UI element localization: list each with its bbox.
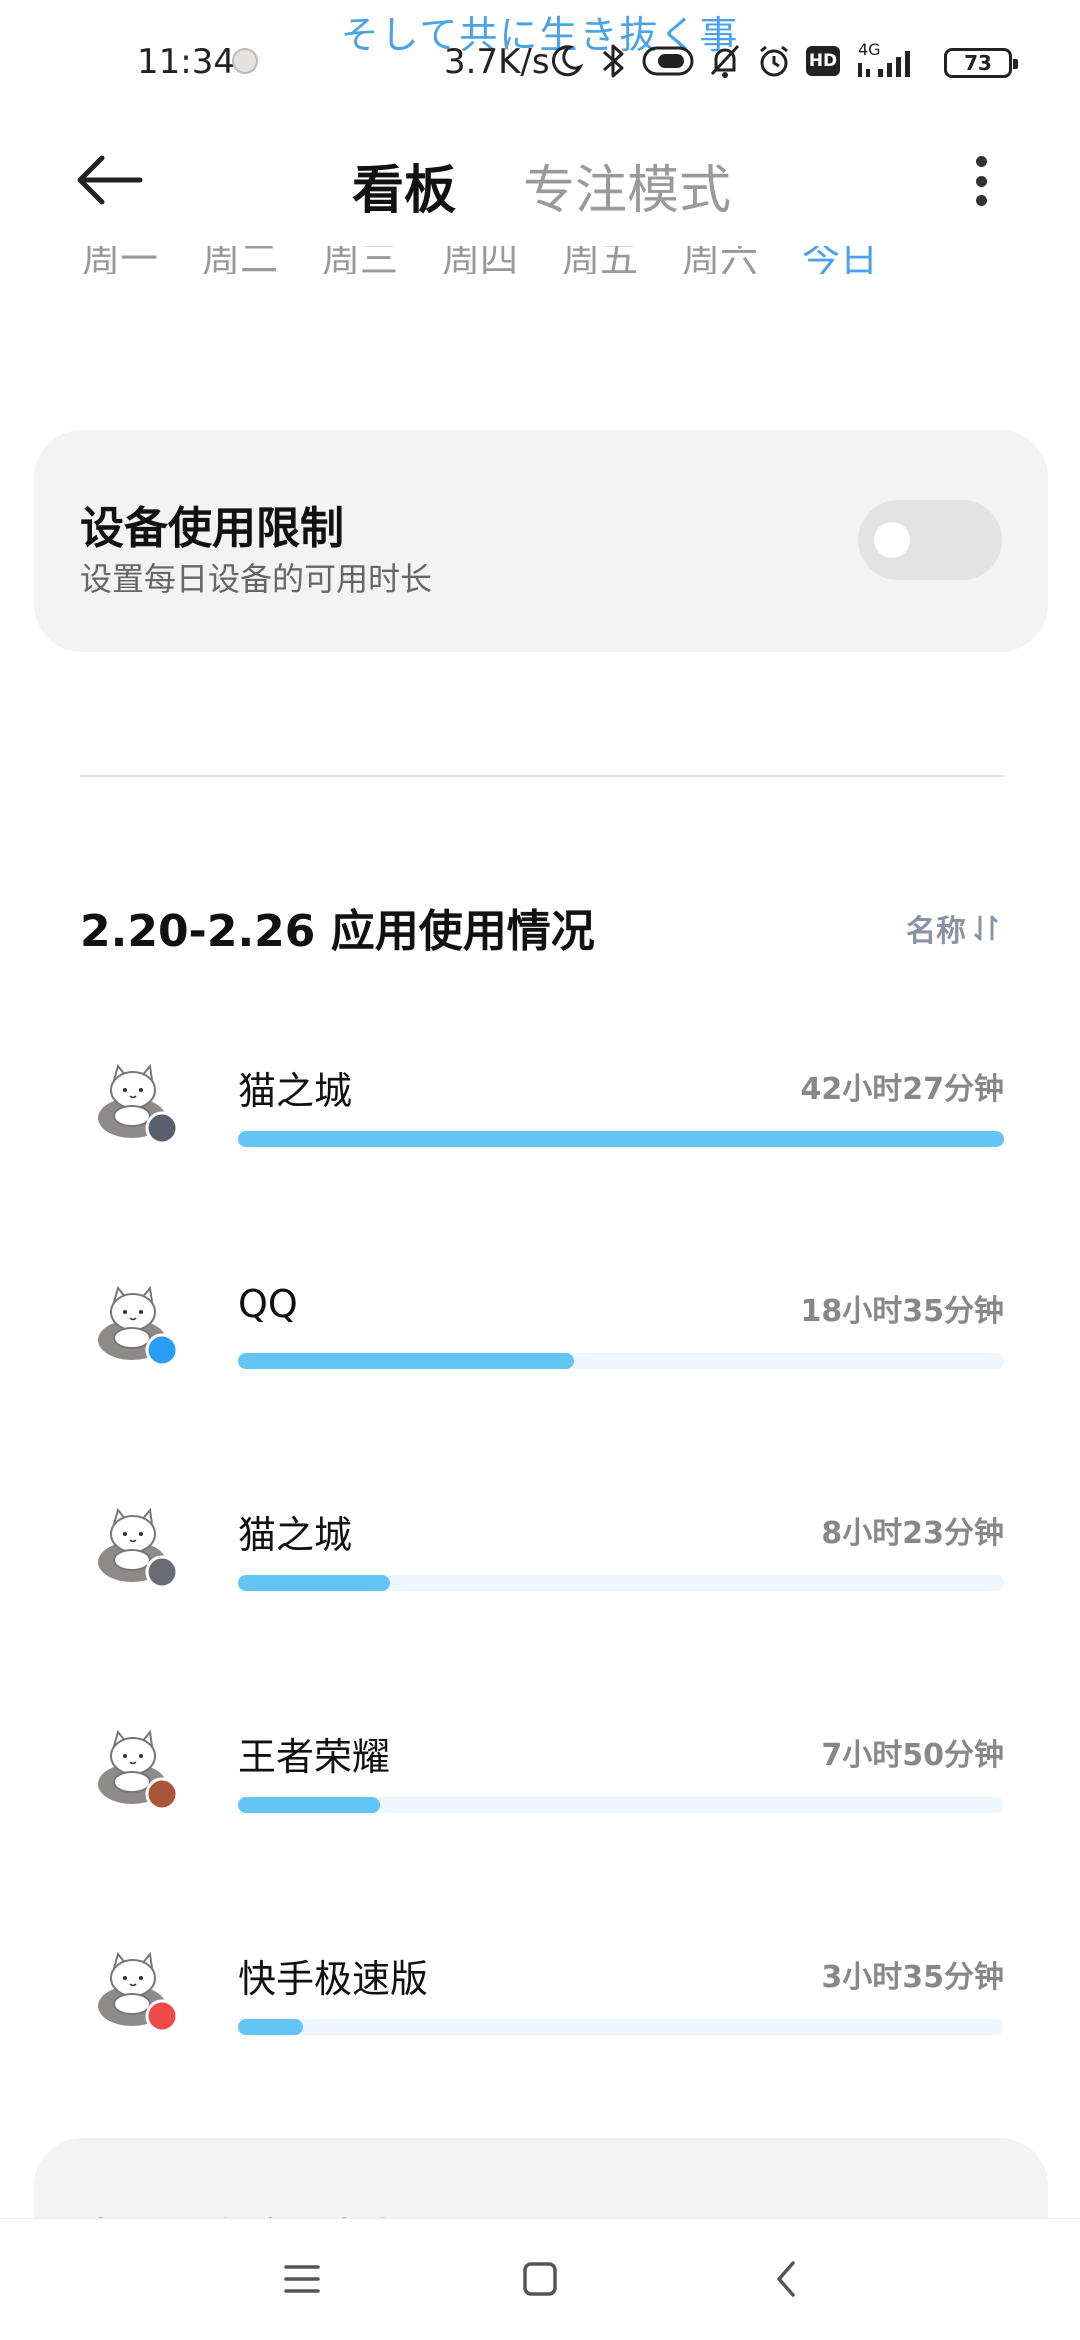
app-usage-row[interactable]: QQ 18小时35分钟 [0, 1240, 1080, 1400]
usage-section-title: 2.20-2.26 应用使用情况 [80, 906, 595, 957]
app-icon [98, 1507, 179, 1589]
tab-focus-mode[interactable]: 专注模式 [523, 148, 731, 223]
app-icon [98, 1063, 179, 1145]
home-button[interactable] [508, 2247, 572, 2311]
device-limit-toggle[interactable] [858, 500, 1002, 580]
usage-bar-fill [238, 2019, 303, 2035]
app-usage-time: 42小时27分钟 [800, 1072, 1005, 1107]
toggle-pill-icon [642, 46, 694, 76]
app-name: QQ [238, 1282, 298, 1326]
weekday-tue[interactable]: 周二 [202, 246, 278, 274]
battery-icon: 73 [944, 48, 1018, 78]
system-back-button[interactable] [754, 2247, 818, 2311]
network-type-label: 4G [858, 41, 881, 59]
bell-off-icon [710, 44, 740, 78]
app-icon [98, 1285, 179, 1367]
app-usage-row[interactable]: 猫之城 8小时23分钟 [0, 1462, 1080, 1622]
alarm-icon [760, 45, 788, 77]
app-usage-time: 18小时35分钟 [800, 1294, 1005, 1329]
weekday-sat[interactable]: 周六 [682, 246, 758, 274]
status-icons: HD 4G [548, 40, 920, 82]
notification-avatar-icon [232, 48, 258, 74]
weekday-mon[interactable]: 周一 [82, 246, 158, 274]
device-limit-title: 设备使用限制 [80, 503, 344, 554]
menu-icon [284, 2265, 320, 2293]
weekday-today[interactable]: 今日 [802, 246, 878, 274]
back-button[interactable] [74, 152, 144, 208]
home-square-icon [523, 2262, 557, 2296]
more-options-button[interactable] [966, 150, 996, 212]
signal-icon: 4G [858, 41, 910, 77]
clock: 11:34 [137, 42, 235, 82]
sort-by-name-button[interactable]: 名称 [906, 906, 998, 950]
sort-label: 名称 [906, 914, 966, 949]
usage-bar-track [238, 1131, 1004, 1147]
app-name: 猫之城 [238, 1069, 353, 1113]
network-speed: 3.7K/s [444, 42, 550, 82]
system-navigation-bar [0, 2218, 1080, 2340]
weekday-fri[interactable]: 周五 [562, 246, 638, 274]
device-limit-subtitle: 设置每日设备的可用时长 [80, 560, 433, 598]
usage-bar-fill [238, 1131, 1004, 1147]
top-app-bar: 看板 专注模式 [0, 130, 1080, 230]
sort-icon [974, 915, 998, 941]
toggle-knob [874, 522, 910, 558]
usage-bar-fill [238, 1575, 390, 1591]
app-usage-row[interactable]: 王者荣耀 7小时50分钟 [0, 1684, 1080, 1844]
app-icon [98, 1729, 179, 1811]
usage-bar-fill [238, 1797, 380, 1813]
back-chevron-icon [777, 2261, 795, 2297]
weekday-selector: 周一 周二 周三 周四 周五 周六 今日 [0, 246, 1080, 274]
usage-bar-fill [238, 1353, 574, 1369]
usage-bar-track [238, 2019, 1004, 2035]
app-name: 王者荣耀 [238, 1735, 391, 1779]
usage-bar-track [238, 1797, 1004, 1813]
app-usage-row[interactable]: 快手极速版 3小时35分钟 [0, 1906, 1080, 2066]
weekday-wed[interactable]: 周三 [322, 246, 398, 274]
bluetooth-icon [603, 44, 624, 78]
app-usage-row[interactable]: 猫之城 42小时27分钟 [0, 1018, 1080, 1178]
app-icon [98, 1951, 179, 2033]
back-arrow-icon [77, 155, 143, 205]
more-vertical-icon [975, 156, 987, 167]
hd-icon: HD [806, 46, 840, 76]
app-usage-time: 3小时35分钟 [821, 1960, 1004, 1995]
usage-bar-track [238, 1353, 1004, 1369]
recent-apps-button[interactable] [270, 2247, 334, 2311]
weekday-thu[interactable]: 周四 [442, 246, 518, 274]
divider [80, 775, 1005, 777]
usage-bar-track [238, 1575, 1004, 1591]
tab-board[interactable]: 看板 [352, 148, 456, 223]
app-name: 猫之城 [238, 1513, 353, 1557]
app-usage-time: 7小时50分钟 [821, 1738, 1004, 1773]
device-limit-card[interactable]: 设备使用限制 设置每日设备的可用时长 [34, 430, 1048, 652]
app-usage-time: 8小时23分钟 [821, 1516, 1004, 1551]
app-name: 快手极速版 [238, 1957, 429, 2001]
status-bar: そして共に生き抜く事 11:34 3.7K/s HD 4G 73 [0, 0, 1080, 110]
moon-icon [551, 45, 584, 77]
